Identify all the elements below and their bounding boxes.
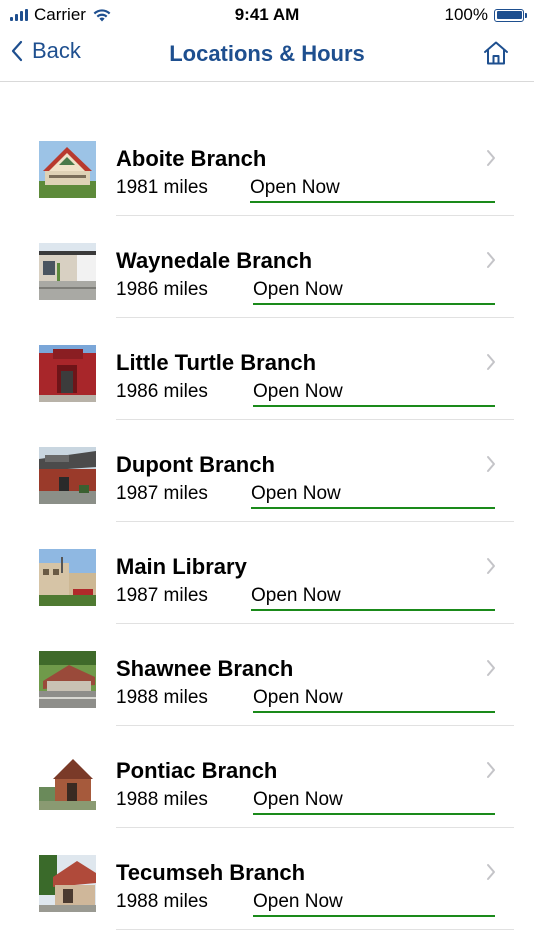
location-row-dupont[interactable]: Dupont Branch 1987 miles Open Now [0, 420, 534, 522]
chevron-right-icon [487, 660, 495, 676]
location-distance: 1986 miles [116, 279, 208, 300]
location-row-waynedale[interactable]: Waynedale Branch 1986 miles Open Now [0, 216, 534, 318]
location-name: Tecumseh Branch [116, 860, 306, 885]
status-bar: Carrier 9:41 AM 100% [0, 0, 534, 30]
open-status: Open Now [253, 891, 495, 917]
location-thumbnail [39, 447, 96, 504]
navigation-bar: Back Locations & Hours [0, 30, 534, 82]
location-distance: 1988 miles [116, 891, 208, 912]
location-distance: 1988 miles [116, 789, 208, 810]
chevron-right-icon [487, 150, 495, 166]
location-distance: 1981 miles [116, 177, 208, 198]
battery-icon [494, 8, 527, 22]
location-distance: 1987 miles [116, 585, 208, 606]
location-distance: 1987 miles [116, 483, 208, 504]
status-bar-right: 100% [444, 5, 527, 25]
open-status: Open Now [253, 789, 495, 815]
location-thumbnail [39, 345, 96, 402]
location-thumbnail [39, 651, 96, 708]
open-status: Open Now [253, 279, 495, 305]
location-name: Dupont Branch [116, 452, 275, 477]
location-name: Main Library [116, 554, 247, 579]
open-status: Open Now [250, 177, 495, 203]
location-thumbnail [39, 855, 96, 912]
location-name: Shawnee Branch [116, 656, 294, 681]
home-icon [484, 41, 508, 65]
chevron-right-icon [487, 354, 495, 370]
location-thumbnail [39, 753, 96, 810]
location-name: Aboite Branch [116, 146, 267, 171]
location-row-pontiac[interactable]: Pontiac Branch 1988 miles Open Now [0, 726, 534, 828]
location-row-shawnee[interactable]: Shawnee Branch 1988 miles Open Now [0, 624, 534, 726]
row-divider [116, 929, 514, 930]
open-status: Open Now [253, 381, 495, 407]
location-thumbnail [39, 141, 96, 198]
location-name: Little Turtle Branch [116, 350, 317, 375]
location-name: Pontiac Branch [116, 758, 278, 783]
location-thumbnail [39, 549, 96, 606]
location-row-little-turtle[interactable]: Little Turtle Branch 1986 miles Open Now [0, 318, 534, 420]
page-title: Locations & Hours [169, 41, 365, 66]
location-name: Waynedale Branch [116, 248, 313, 273]
location-row-aboite[interactable]: Aboite Branch 1981 miles Open Now [0, 114, 534, 216]
chevron-right-icon [487, 456, 495, 472]
open-status: Open Now [253, 687, 495, 713]
location-distance: 1988 miles [116, 687, 208, 708]
location-row-main-library[interactable]: Main Library 1987 miles Open Now [0, 522, 534, 624]
open-status: Open Now [251, 585, 495, 611]
chevron-right-icon [487, 864, 495, 880]
chevron-right-icon [487, 558, 495, 574]
location-thumbnail [39, 243, 96, 300]
locations-list: Aboite Branch 1981 miles Open Now Wayned… [0, 114, 534, 930]
chevron-right-icon [487, 252, 495, 268]
location-distance: 1986 miles [116, 381, 208, 402]
battery-percent: 100% [444, 5, 488, 24]
location-row-tecumseh[interactable]: Tecumseh Branch 1988 miles Open Now [0, 828, 534, 930]
chevron-right-icon [487, 762, 495, 778]
open-status: Open Now [251, 483, 495, 509]
home-button[interactable] [482, 40, 510, 71]
